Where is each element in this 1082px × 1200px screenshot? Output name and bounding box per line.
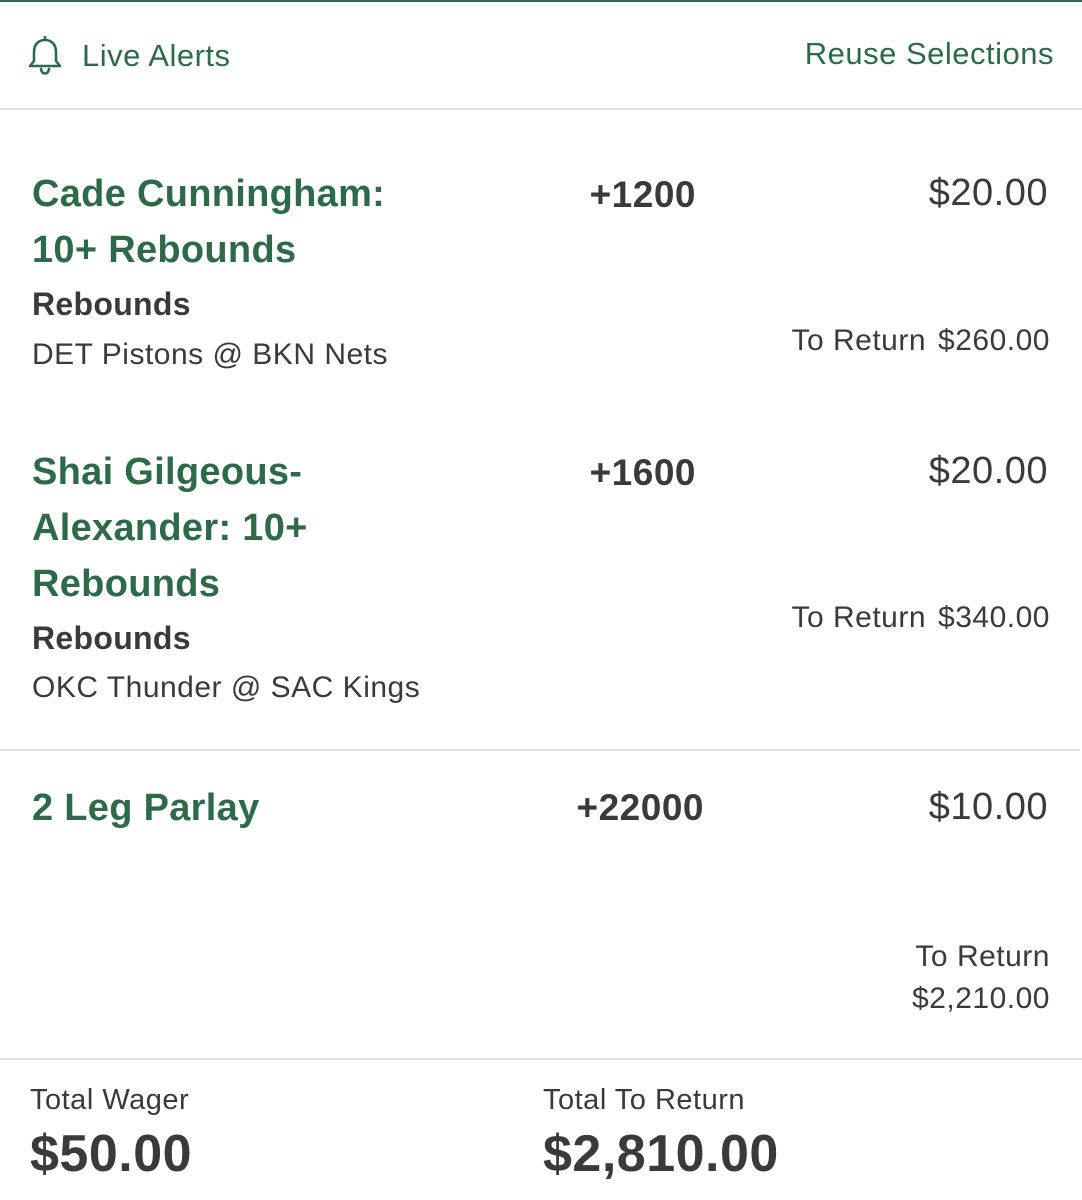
selection-1-to-return: To Return $260.00 <box>791 324 1050 358</box>
parlay-odds: +22000 <box>576 787 704 828</box>
selection-1-odds: +1200 <box>589 174 696 215</box>
selection-2-to-return-value: $340.00 <box>938 601 1050 634</box>
parlay-to-return-label: To Return <box>915 940 1050 973</box>
selection-2-title-line-3: Rebounds <box>32 563 221 605</box>
selection-1-title-line-1: Cade Cunningham: <box>32 173 386 215</box>
selection-1-to-return-label: To Return <box>791 324 927 357</box>
reuse-selections-button[interactable]: Reuse Selections <box>805 36 1054 72</box>
live-alerts-button[interactable]: Live Alerts <box>26 34 231 78</box>
parlay-title: 2 Leg Parlay <box>32 787 260 829</box>
selection-2-to-return: To Return $340.00 <box>791 601 1050 635</box>
parlay-stake[interactable]: $10.00 <box>929 786 1048 829</box>
selection-2-to-return-label: To Return <box>791 601 927 634</box>
selection-1-title-line-2: 10+ Rebounds <box>32 229 297 271</box>
selection-1-market: Rebounds <box>32 286 191 322</box>
selection-1-event: DET Pistons @ BKN Nets <box>32 338 388 371</box>
selection-1-title: Cade Cunningham: 10+ Rebounds <box>32 166 385 278</box>
bet-slip-page: Live Alerts Reuse Selections Cade Cunnin… <box>0 0 1082 1200</box>
totals-divider <box>0 1058 1082 1060</box>
selection-1-to-return-value: $260.00 <box>938 324 1050 357</box>
total-return-value: $2,810.00 <box>543 1125 779 1183</box>
parlay-to-return: To Return $2,210.00 <box>912 936 1050 1020</box>
total-return-label: Total To Return <box>543 1084 746 1116</box>
total-wager-value: $50.00 <box>30 1125 193 1183</box>
selection-2-odds: +1600 <box>589 452 696 493</box>
selection-2-title: Shai Gilgeous- Alexander: 10+ Rebounds <box>32 444 308 612</box>
selection-2-stake[interactable]: $20.00 <box>929 450 1048 493</box>
selection-2-title-line-2: Alexander: 10+ <box>32 507 308 549</box>
bet-slip-header: Live Alerts Reuse Selections <box>0 2 1082 110</box>
parlay-divider <box>0 749 1080 751</box>
live-alerts-label: Live Alerts <box>82 38 231 73</box>
selection-2-event: OKC Thunder @ SAC Kings <box>32 671 421 704</box>
selection-1-stake[interactable]: $20.00 <box>929 172 1048 215</box>
selection-2-title-line-1: Shai Gilgeous- <box>32 451 303 493</box>
bell-icon <box>28 36 62 75</box>
selection-2-market: Rebounds <box>32 620 191 656</box>
header-divider <box>0 108 1082 110</box>
parlay-to-return-value: $2,210.00 <box>912 982 1050 1015</box>
total-wager-label: Total Wager <box>30 1084 190 1116</box>
